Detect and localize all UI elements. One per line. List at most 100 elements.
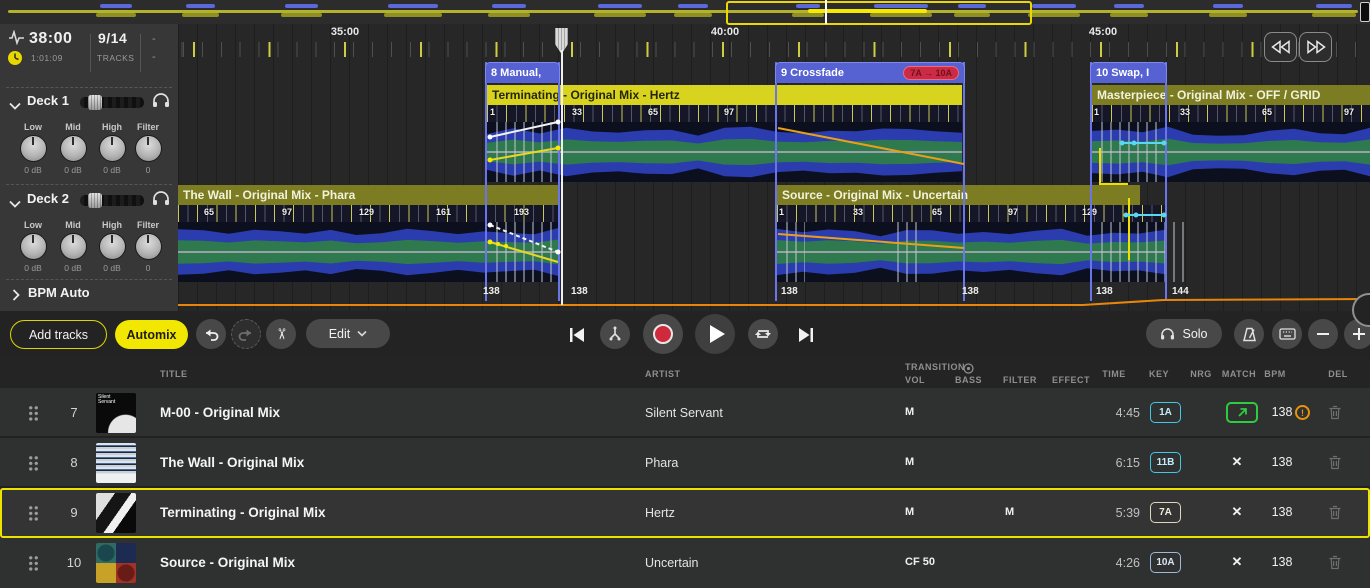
delete-track-button[interactable] xyxy=(1328,505,1342,525)
automix-button[interactable]: Automix xyxy=(115,320,188,349)
deck1-high-label: High xyxy=(92,122,132,132)
cut-button[interactable]: ✂ xyxy=(266,319,296,349)
deck2-volume-slider[interactable] xyxy=(80,195,144,206)
drag-handle[interactable] xyxy=(28,455,39,472)
track-artist: Uncertain xyxy=(645,556,699,570)
transition-block-8[interactable] xyxy=(485,62,560,301)
deck1-high-knob[interactable] xyxy=(99,135,126,162)
beat-label: 161 xyxy=(436,207,451,217)
transition-block-9-label: 9 Crossfade xyxy=(781,67,844,79)
deck2-low-value: 0 dB xyxy=(13,263,53,273)
deck2-filter-knob[interactable] xyxy=(135,233,162,260)
album-art xyxy=(96,543,136,583)
deck1-filter-value: 0 xyxy=(128,165,168,175)
total-time: 1:01:09 xyxy=(31,53,63,63)
skip-to-start-button[interactable] xyxy=(569,327,586,348)
solo-label: Solo xyxy=(1182,327,1207,341)
delete-track-button[interactable] xyxy=(1328,405,1342,425)
metronome-button[interactable] xyxy=(1234,319,1264,349)
bpm-marker: 138 xyxy=(571,286,588,297)
mix-overview-strip[interactable] xyxy=(0,0,1370,25)
row-number: 10 xyxy=(60,555,88,570)
deck2-high-knob[interactable] xyxy=(99,233,126,260)
fast-forward-button[interactable] xyxy=(1299,32,1332,62)
bpm-marker: 138 xyxy=(1096,286,1113,297)
col-title: TITLE xyxy=(160,369,188,379)
deck2-volume-handle[interactable] xyxy=(88,193,102,208)
playhead-line xyxy=(561,50,563,305)
col-artist: ARTIST xyxy=(645,369,681,379)
col-key: KEY xyxy=(1142,369,1176,379)
deck1-volume-handle[interactable] xyxy=(88,95,102,110)
skip-to-end-button[interactable] xyxy=(797,327,814,348)
deck1-collapse-chevron-icon[interactable] xyxy=(9,97,21,115)
col-effect: EFFECT xyxy=(1052,375,1090,385)
deck1-headphone-icon[interactable] xyxy=(152,92,170,113)
deck2-collapse-chevron-icon[interactable] xyxy=(9,195,21,213)
add-tracks-label: Add tracks xyxy=(29,328,88,342)
drag-handle[interactable] xyxy=(28,555,39,572)
delete-track-button[interactable] xyxy=(1328,455,1342,475)
col-time: TIME xyxy=(1096,369,1132,379)
transition-block-10[interactable] xyxy=(1090,62,1167,301)
undo-button[interactable] xyxy=(196,319,226,349)
branch-icon xyxy=(607,326,623,342)
track-time: 4:45 xyxy=(1090,406,1140,420)
track-row-9-selected[interactable]: 9 Terminating - Original Mix Hertz M M 5… xyxy=(0,488,1370,538)
rewind-button[interactable] xyxy=(1264,32,1297,62)
keyboard-shortcuts-button[interactable] xyxy=(1272,319,1302,349)
bpm-marker: 138 xyxy=(781,286,798,297)
track-row-7[interactable]: 7 Silent Servant M-00 - Original Mix Sil… xyxy=(0,388,1370,438)
beat-label: 97 xyxy=(1008,207,1018,217)
deck2-headphone-icon[interactable] xyxy=(152,190,170,211)
drag-handle[interactable] xyxy=(28,405,39,422)
key-badge: 7A xyxy=(1150,502,1181,523)
album-art xyxy=(96,493,136,533)
deck1-low-knob[interactable] xyxy=(20,135,47,162)
deck1-filter-label: Filter xyxy=(128,122,168,132)
col-del: DEL xyxy=(1324,369,1352,379)
deck1-filter-knob[interactable] xyxy=(135,135,162,162)
deck2-low-knob[interactable] xyxy=(20,233,47,260)
minus-icon xyxy=(1316,327,1330,341)
transition-block-9[interactable] xyxy=(775,62,965,301)
edit-menu-button[interactable]: Edit xyxy=(306,319,390,348)
col-transition: TRANSITION xyxy=(905,362,965,372)
row-number: 9 xyxy=(60,505,88,520)
loop-button[interactable] xyxy=(748,319,778,349)
separator xyxy=(6,87,172,88)
timeline-canvas[interactable]: 35:00 40:00 45:00 Terminating - Original… xyxy=(178,24,1370,311)
bpm-auto-label[interactable]: BPM Auto xyxy=(28,285,90,300)
track-row-8[interactable]: 8 The Wall - Original Mix Phara M 6:15 1… xyxy=(0,438,1370,488)
track-row-10[interactable]: 10 Source - Original Mix Uncertain CF 50… xyxy=(0,538,1370,588)
transition-block-8-header[interactable]: 8 Manual, xyxy=(485,62,560,83)
track-bpm: 138 xyxy=(1263,505,1301,519)
overview-viewport[interactable] xyxy=(726,1,1032,25)
bpm-auto-chevron-icon[interactable] xyxy=(12,288,20,306)
transition-block-9-header[interactable]: 9 Crossfade 7A → 10A xyxy=(775,62,965,83)
add-tracks-button[interactable]: Add tracks xyxy=(10,320,107,349)
stat-placeholder-top: - xyxy=(152,33,156,45)
drag-handle[interactable] xyxy=(28,505,39,522)
deck2-mid-knob[interactable] xyxy=(60,233,87,260)
deck2-mid-value: 0 dB xyxy=(53,263,93,273)
beat-label: 97 xyxy=(282,207,292,217)
chevron-down-icon xyxy=(357,330,367,337)
deck1-volume-slider[interactable] xyxy=(80,97,144,108)
play-button[interactable] xyxy=(695,314,735,354)
delete-track-button[interactable] xyxy=(1328,555,1342,575)
overview-playhead[interactable] xyxy=(825,0,827,24)
solo-button[interactable]: Solo xyxy=(1146,319,1222,348)
zoom-out-button[interactable] xyxy=(1308,319,1338,349)
key-badge: 1A xyxy=(1150,402,1181,423)
transition-block-10-header[interactable]: 10 Swap, I xyxy=(1090,62,1167,83)
bpm-marker: 138 xyxy=(962,286,979,297)
split-transition-button[interactable] xyxy=(600,319,630,349)
deck1-mid-knob[interactable] xyxy=(60,135,87,162)
activity-icon xyxy=(8,30,25,50)
col-match: MATCH xyxy=(1216,369,1262,379)
plus-icon xyxy=(1352,327,1366,341)
redo-button[interactable] xyxy=(231,319,261,349)
track-title: M-00 - Original Mix xyxy=(160,405,280,420)
record-button[interactable] xyxy=(643,314,683,354)
